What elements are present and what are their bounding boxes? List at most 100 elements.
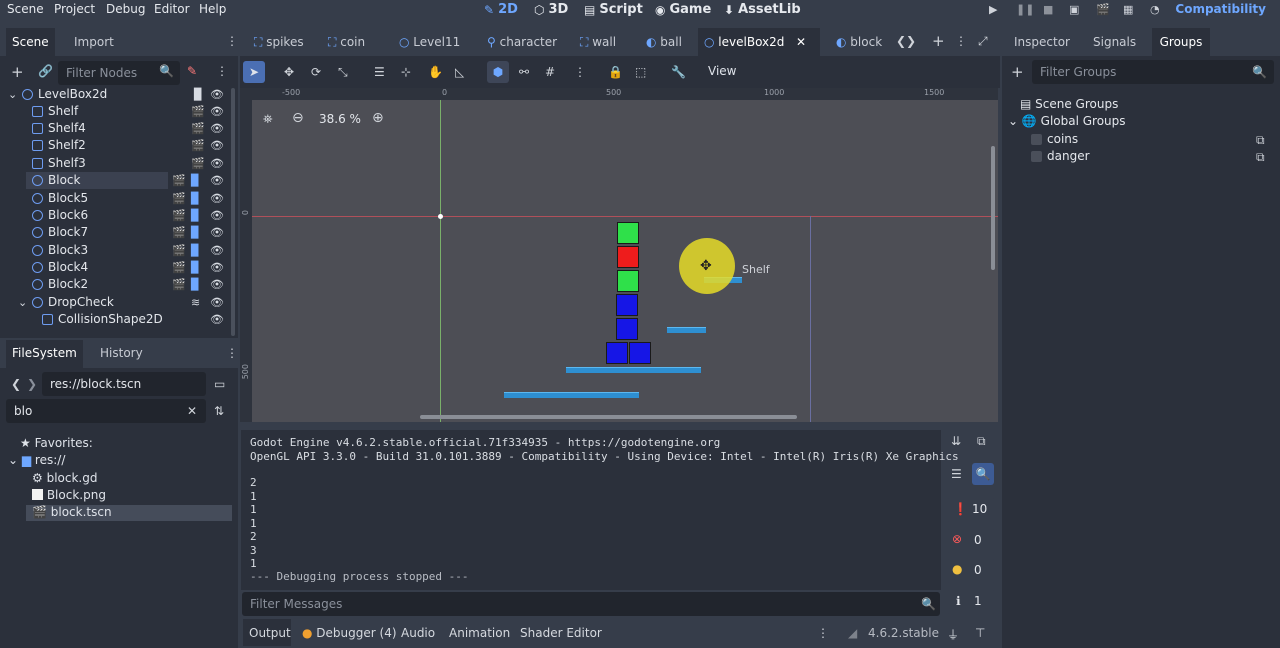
pin-icon[interactable]: ⏚: [947, 626, 959, 643]
tree-row-block4[interactable]: Block4 🎬 ▉ 👁: [0, 259, 232, 276]
tab-signals[interactable]: Signals: [1087, 28, 1142, 56]
tree-row-block7[interactable]: Block7 🎬 ▉ 👁: [0, 224, 232, 241]
file-row-block-tscn[interactable]: 🎬 block.tscn: [32, 505, 112, 519]
menu-project[interactable]: Project: [54, 2, 95, 16]
dock-menu-icon[interactable]: ⋮: [226, 34, 238, 48]
warnings-count-badge[interactable]: ● 0: [946, 559, 996, 583]
pan-icon[interactable]: ✋: [428, 65, 443, 79]
visibility-eye-icon[interactable]: 👁: [210, 86, 224, 103]
open-scene-icon[interactable]: 🎬: [191, 155, 205, 172]
tab-level11[interactable]: ○ Level11: [393, 28, 466, 56]
output-log[interactable]: Godot Engine v4.6.2.stable.official.71f3…: [241, 430, 959, 590]
expand-panel-icon[interactable]: ⊤: [975, 626, 985, 640]
tab-levelbox2d[interactable]: ○ levelBox2d ✕: [698, 28, 820, 56]
menu-editor[interactable]: Editor: [154, 2, 190, 16]
tab-wall[interactable]: ⛶ wall: [574, 28, 622, 56]
tab-animation[interactable]: Animation: [449, 626, 510, 640]
script-icon[interactable]: ▉: [191, 259, 199, 276]
group-danger-checkbox[interactable]: [1031, 151, 1042, 162]
copy-group-icon[interactable]: ⧉: [1256, 133, 1265, 148]
visibility-eye-icon[interactable]: 👁: [210, 207, 224, 224]
group-icon[interactable]: ⬚: [635, 65, 646, 79]
visibility-eye-icon[interactable]: 👁: [210, 224, 224, 241]
workspace-assetlib[interactable]: ⬇ AssetLib: [724, 2, 801, 17]
shelf-platform[interactable]: [667, 327, 706, 333]
block-blue-1[interactable]: [616, 294, 638, 316]
renderer-selector[interactable]: Compatibility: [1175, 2, 1266, 16]
zoom-in-icon[interactable]: ⊕: [372, 110, 384, 126]
tree-row-collisionshape2d[interactable]: CollisionShape2D 👁: [0, 311, 232, 328]
visibility-eye-icon[interactable]: 👁: [210, 120, 224, 137]
grid-icon[interactable]: #: [545, 65, 555, 79]
filesystem-search-input[interactable]: blo: [6, 399, 206, 423]
snap-menu-icon[interactable]: ⋮: [574, 65, 586, 79]
open-scene-icon[interactable]: 🎬: [172, 242, 186, 259]
block-red[interactable]: [617, 246, 639, 268]
pivot-icon[interactable]: ⊹: [401, 65, 411, 79]
add-group-icon[interactable]: +: [1011, 63, 1024, 81]
play-icon[interactable]: ▶: [989, 3, 997, 16]
tree-row-shelf2[interactable]: Shelf2 🎬 👁: [0, 137, 232, 154]
chevron-down-icon[interactable]: ⌄: [8, 453, 22, 467]
errors-count-badge[interactable]: ⊗ 0: [946, 529, 996, 553]
list-select-icon[interactable]: ☰: [374, 65, 385, 79]
grid-snap-icon[interactable]: ⚯: [519, 65, 529, 79]
scene-tree-scrollbar[interactable]: [231, 88, 235, 336]
visibility-eye-icon[interactable]: 👁: [210, 155, 224, 172]
tab-audio[interactable]: Audio: [401, 626, 435, 640]
script-icon[interactable]: ▉: [191, 172, 199, 189]
script-icon[interactable]: ▉: [191, 242, 199, 259]
rotate-mode-icon[interactable]: ⟳: [311, 65, 321, 79]
copy-log-icon[interactable]: ⧉: [977, 434, 986, 449]
tab-spikes[interactable]: ⛶ spikes: [248, 28, 310, 56]
open-scene-icon[interactable]: 🎬: [172, 259, 186, 276]
tab-coin[interactable]: ⛶ coin: [322, 28, 371, 56]
stop-icon[interactable]: ■: [1043, 3, 1053, 16]
bottom-menu-icon[interactable]: ⋮: [817, 626, 829, 640]
favorites-row[interactable]: ★ Favorites:: [20, 436, 93, 450]
tree-row-shelf[interactable]: Shelf 🎬 👁: [0, 103, 232, 120]
workspace-script[interactable]: ▤ Script: [584, 2, 643, 17]
clear-search-icon[interactable]: ✕: [187, 404, 197, 418]
viewport-v-scrollbar[interactable]: [991, 146, 995, 270]
tab-block[interactable]: ◐ block: [830, 28, 888, 56]
shelf-platform[interactable]: [504, 392, 639, 398]
script-icon[interactable]: ▉: [191, 207, 199, 224]
res-folder-row[interactable]: ⌄ ▆ res://: [8, 453, 65, 467]
tab-filesystem[interactable]: FileSystem: [6, 340, 83, 368]
filter-toggle-icon[interactable]: ☰: [951, 467, 962, 481]
close-icon[interactable]: ✕: [796, 28, 806, 56]
visibility-eye-icon[interactable]: 👁: [210, 190, 224, 207]
tab-ball[interactable]: ◐ ball: [640, 28, 688, 56]
menu-scene[interactable]: Scene: [7, 2, 44, 16]
move-mode-icon[interactable]: ✥: [284, 65, 294, 79]
block-blue-2[interactable]: [616, 318, 638, 340]
global-groups-row[interactable]: ⌄ 🌐 Global Groups: [1008, 114, 1126, 128]
add-tab-icon[interactable]: +: [932, 32, 945, 50]
visibility-eye-icon[interactable]: 👁: [210, 242, 224, 259]
visibility-eye-icon[interactable]: 👁: [210, 294, 224, 311]
filter-messages-input[interactable]: Filter Messages: [242, 592, 940, 616]
visibility-eye-icon[interactable]: 👁: [210, 276, 224, 293]
script-icon[interactable]: ▉: [194, 86, 202, 103]
scale-mode-icon[interactable]: ⤡: [338, 65, 348, 80]
clear-log-icon[interactable]: ⇊: [951, 434, 961, 448]
filter-groups-input[interactable]: Filter Groups: [1032, 60, 1274, 84]
viewport-h-scrollbar[interactable]: [420, 415, 797, 419]
menu-help[interactable]: Help: [199, 2, 226, 16]
search-toggle-button[interactable]: 🔍: [972, 463, 994, 485]
copy-group-icon[interactable]: ⧉: [1256, 150, 1265, 165]
tabs-menu-icon[interactable]: ⋮: [955, 34, 967, 48]
block-blue-4[interactable]: [629, 342, 651, 364]
split-view-icon[interactable]: ▭: [214, 377, 225, 391]
file-row-block-png[interactable]: Block.png: [32, 488, 106, 502]
visibility-eye-icon[interactable]: 👁: [210, 103, 224, 120]
tab-character[interactable]: ⚲ character: [481, 28, 563, 56]
tab-inspector[interactable]: Inspector: [1008, 28, 1076, 56]
open-scene-icon[interactable]: 🎬: [172, 207, 186, 224]
info-count-badge[interactable]: ℹ1: [946, 590, 996, 614]
block-green-top[interactable]: [617, 222, 639, 244]
scene-groups-row[interactable]: ▤ Scene Groups: [1020, 97, 1118, 111]
signal-icon[interactable]: ≋: [191, 294, 200, 311]
tree-row-block5[interactable]: Block5 🎬 ▉ 👁: [0, 190, 232, 207]
